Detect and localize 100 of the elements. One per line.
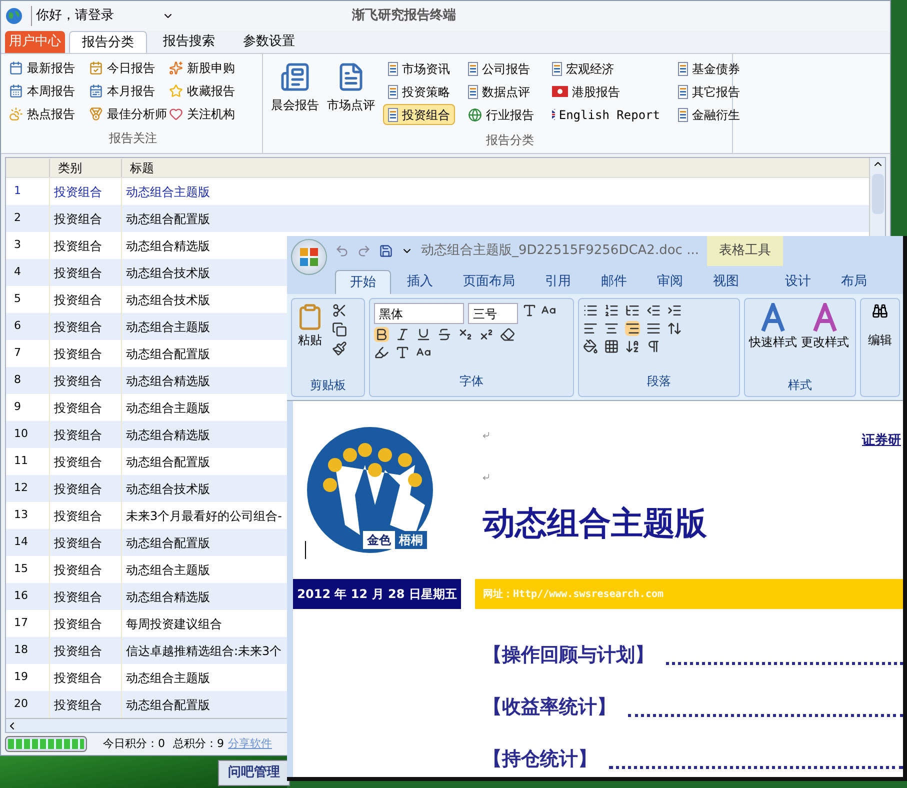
ribbon-large-button[interactable]: 市场点评 bbox=[327, 58, 375, 125]
format-painter-icon[interactable] bbox=[332, 341, 347, 356]
row-number[interactable]: 19 bbox=[6, 664, 49, 691]
numbering-icon[interactable] bbox=[604, 303, 619, 318]
row-number[interactable]: 17 bbox=[6, 610, 49, 637]
shading-icon[interactable] bbox=[583, 339, 598, 354]
ribbon-button[interactable]: 本月报告 bbox=[89, 81, 169, 100]
save-icon[interactable] bbox=[379, 244, 393, 258]
taskbar-button[interactable]: 问吧管理 bbox=[218, 760, 290, 786]
ribbon-tab[interactable]: 参数设置 bbox=[231, 31, 307, 53]
quick-styles-button[interactable]: 快速样式 bbox=[749, 303, 797, 351]
ribbon-button[interactable]: 新股申购 bbox=[169, 58, 259, 77]
row-number[interactable]: 14 bbox=[6, 529, 49, 556]
calendar-icon bbox=[9, 60, 23, 74]
ribbon-tab[interactable]: 开始 bbox=[335, 270, 391, 294]
align-left-icon[interactable] bbox=[583, 321, 598, 336]
ribbon-button[interactable]: 最新报告 bbox=[9, 58, 89, 77]
ribbon-tab[interactable]: 引用 bbox=[531, 270, 585, 294]
ribbon-button[interactable]: 关注机构 bbox=[169, 104, 259, 123]
ribbon-button[interactable]: 热点报告 bbox=[9, 104, 89, 123]
ribbon-button[interactable]: 数据点评 bbox=[463, 81, 539, 102]
strikethrough-icon[interactable] bbox=[437, 327, 452, 342]
align-right-icon[interactable] bbox=[625, 321, 640, 336]
header-link[interactable]: 证券研 bbox=[862, 431, 901, 450]
decrease-indent-icon[interactable] bbox=[646, 303, 661, 318]
row-number[interactable]: 2 bbox=[6, 205, 49, 232]
ribbon-tab[interactable]: 视图 bbox=[699, 270, 753, 294]
borders-icon[interactable] bbox=[604, 339, 619, 354]
row-number[interactable]: 12 bbox=[6, 475, 49, 502]
subscript-icon[interactable] bbox=[458, 327, 473, 342]
ribbon-tab[interactable]: 布局 bbox=[827, 270, 881, 294]
ribbon-button[interactable]: 最佳分析师 bbox=[89, 104, 169, 123]
ribbon-tab[interactable]: 报告搜索 bbox=[151, 31, 227, 53]
paste-button[interactable]: 粘贴 bbox=[296, 303, 324, 356]
ribbon-tab[interactable]: 报告分类 bbox=[69, 31, 147, 53]
row-number[interactable]: 7 bbox=[6, 340, 49, 367]
ribbon-button[interactable]: 其它报告 bbox=[673, 81, 745, 102]
justify-icon[interactable] bbox=[646, 321, 661, 336]
ribbon-tab[interactable]: 审阅 bbox=[643, 270, 697, 294]
document-icon bbox=[468, 84, 478, 98]
editing-button[interactable]: 编辑 bbox=[860, 298, 900, 397]
italic-icon[interactable] bbox=[395, 327, 410, 342]
ribbon-button[interactable]: 今日报告 bbox=[89, 58, 169, 77]
row-number[interactable]: 6 bbox=[6, 313, 49, 340]
ribbon-button[interactable]: 投资策略 bbox=[383, 81, 455, 102]
multilevel-list-icon[interactable] bbox=[625, 303, 640, 318]
sort-icon[interactable] bbox=[625, 339, 640, 354]
column-header[interactable]: 类别 bbox=[49, 158, 121, 176]
clear-format-icon[interactable] bbox=[500, 327, 515, 342]
row-number[interactable]: 5 bbox=[6, 286, 49, 313]
font-size-field[interactable]: 三号 bbox=[468, 303, 518, 324]
cut-icon[interactable] bbox=[332, 303, 347, 318]
row-number[interactable]: 8 bbox=[6, 367, 49, 394]
row-number[interactable]: 4 bbox=[6, 259, 49, 286]
line-spacing-icon[interactable] bbox=[667, 321, 682, 336]
ribbon-large-button[interactable]: 晨会报告 bbox=[271, 58, 319, 125]
row-number[interactable]: 13 bbox=[6, 502, 49, 529]
bold-icon[interactable] bbox=[374, 327, 389, 342]
ribbon-tab[interactable]: 邮件 bbox=[587, 270, 641, 294]
highlight-icon[interactable] bbox=[374, 345, 389, 360]
row-number[interactable]: 11 bbox=[6, 448, 49, 475]
ribbon-tab[interactable]: 插入 bbox=[393, 270, 447, 294]
ribbon-button[interactable]: English Report bbox=[547, 104, 665, 125]
login-greeting[interactable]: 你好，请登录 bbox=[31, 6, 114, 26]
ribbon-button[interactable]: 投资组合 bbox=[383, 104, 455, 125]
row-number[interactable]: 16 bbox=[6, 583, 49, 610]
bullets-icon[interactable] bbox=[583, 303, 598, 318]
ribbon-tab[interactable]: 页面布局 bbox=[449, 270, 529, 294]
row-number[interactable]: 9 bbox=[6, 394, 49, 421]
ribbon-button[interactable]: 港股报告 bbox=[547, 81, 665, 102]
increase-indent-icon[interactable] bbox=[667, 303, 682, 318]
ribbon-button[interactable]: 宏观经济 bbox=[547, 58, 665, 79]
row-number[interactable]: 1 bbox=[6, 178, 49, 205]
row-number[interactable]: 20 bbox=[6, 691, 49, 718]
row-number[interactable]: 10 bbox=[6, 421, 49, 448]
ribbon-button[interactable]: 本周报告 bbox=[9, 81, 89, 100]
ribbon-button[interactable]: 收藏报告 bbox=[169, 81, 259, 100]
ribbon-tab[interactable]: 用户中心 bbox=[5, 31, 65, 53]
scroll-thumb[interactable] bbox=[872, 174, 884, 214]
row-number[interactable]: 18 bbox=[6, 637, 49, 664]
group-label: 字体 bbox=[458, 373, 484, 390]
ribbon-button[interactable]: 公司报告 bbox=[463, 58, 539, 79]
align-center-icon[interactable] bbox=[604, 321, 619, 336]
office-button[interactable] bbox=[291, 239, 327, 275]
ribbon-button[interactable]: 基金债券 bbox=[673, 58, 745, 79]
group-label: 剪贴板 bbox=[309, 377, 347, 394]
ribbon-tab[interactable]: 设计 bbox=[771, 270, 825, 294]
superscript-icon[interactable] bbox=[479, 327, 494, 342]
underline-icon[interactable] bbox=[416, 327, 431, 342]
ribbon-button[interactable]: 市场资讯 bbox=[383, 58, 455, 79]
row-number[interactable]: 15 bbox=[6, 556, 49, 583]
font-name-field[interactable]: 黑体 bbox=[374, 303, 464, 324]
copy-icon[interactable] bbox=[332, 322, 347, 337]
row-number[interactable]: 3 bbox=[6, 232, 49, 259]
change-styles-button[interactable]: 更改样式 bbox=[801, 303, 849, 351]
ribbon-button[interactable]: 金融衍生 bbox=[673, 104, 745, 125]
ribbon-button[interactable]: 行业报告 bbox=[463, 104, 539, 125]
document-icon bbox=[552, 62, 562, 76]
show-marks-icon[interactable] bbox=[646, 339, 661, 354]
document-title: 动态组合主题版 bbox=[483, 503, 707, 544]
